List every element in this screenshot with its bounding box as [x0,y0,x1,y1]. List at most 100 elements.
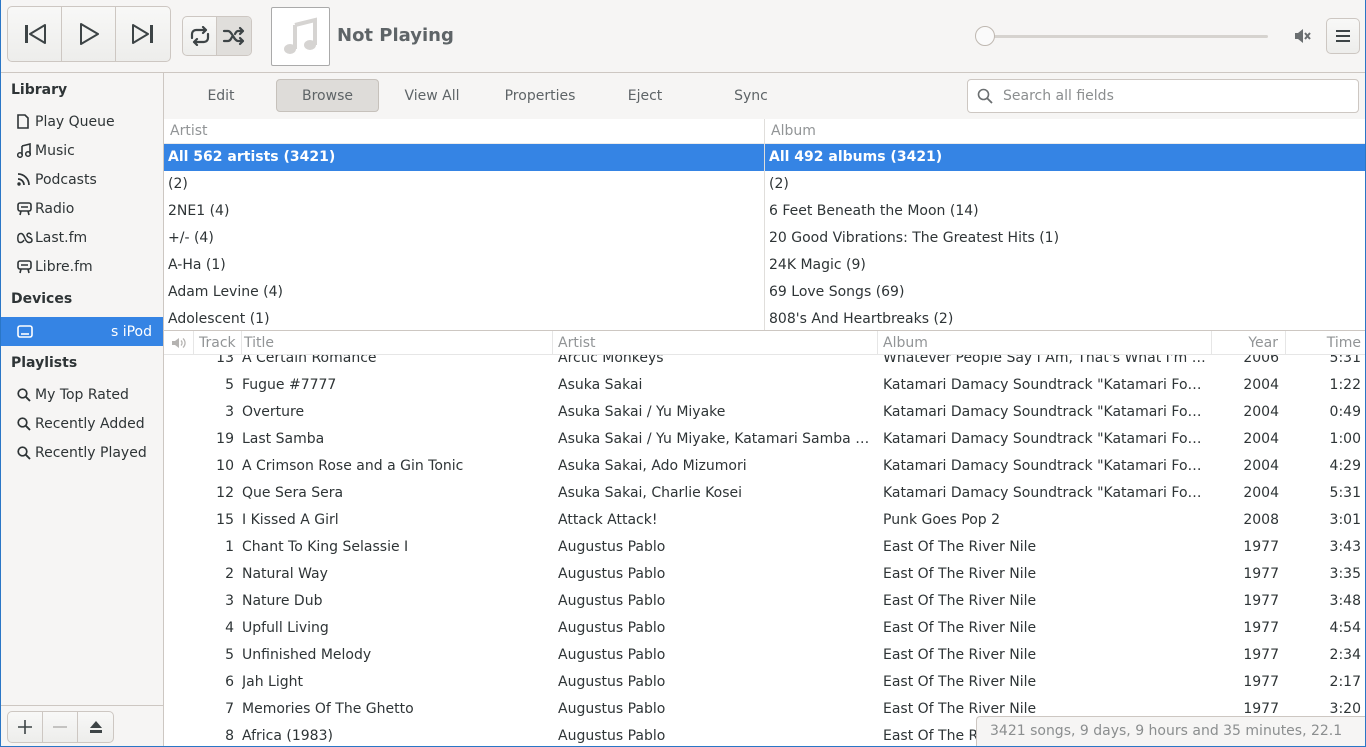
sidebar-item-my-top-rated[interactable]: My Top Rated [1,380,163,409]
track-artist-cell: Augustus Pablo [558,593,666,609]
track-artist-cell: Augustus Pablo [558,539,666,555]
track-row[interactable]: 4 Upfull Living Augustus Pablo East Of The … [164,615,1365,642]
track-track-cell: 8 [225,728,234,744]
artist-row[interactable]: A-Ha (1) [164,252,764,279]
sidebar-item-label: Recently Added [35,415,145,432]
track-row[interactable]: 5 Fugue #7777 Asuka Sakai Katamari Damacy S… [164,372,1365,399]
track-title-cell: Chant To King Selassie I [242,539,409,555]
eject-button[interactable]: Eject [600,79,690,112]
sidebar-item-recently-played[interactable]: Recently Played [1,438,163,467]
previous-icon [24,24,46,44]
track-artist-cell: Augustus Pablo [558,674,666,690]
sidebar: Library Play Queue Music Podcasts Radio … [1,73,164,746]
track-row[interactable]: 12 Que Sera Sera Asuka Sakai, Charlie Kose… [164,480,1365,507]
track-artist-cell: Augustus Pablo [558,620,666,636]
radio-icon [17,259,35,274]
track-row[interactable]: 15 I Kissed A Girl Attack Attack! Punk Goes… [164,507,1365,534]
sidebar-item-librefm[interactable]: Libre.fm [1,252,163,281]
view-all-button[interactable]: View All [386,79,478,112]
sidebar-item-lastfm[interactable]: Last.fm [1,223,163,252]
track-title-cell: Overture [242,404,305,420]
album-row[interactable]: 20 Good Vibrations: The Greatest Hits (1… [765,225,1365,252]
artist-row[interactable]: Adam Levine (4) [164,279,764,306]
track-row[interactable]: 10 A Crimson Rose and a Gin Tonic Asuka Sa… [164,453,1365,480]
album-row[interactable]: All 492 albums (3421) [765,144,1365,171]
track-year-cell: 1977 [1243,593,1279,609]
sidebar-item-radio[interactable]: Radio [1,194,163,223]
track-artist-cell: Augustus Pablo [558,728,666,744]
browse-button[interactable]: Browse [276,79,379,112]
album-row[interactable]: 808's And Heartbreaks (2) [765,306,1365,330]
main-menu-button[interactable] [1326,18,1360,54]
next-button[interactable] [116,7,170,61]
track-year-cell: 2004 [1243,404,1279,420]
play-button[interactable] [62,7,116,61]
album-column-header[interactable]: Album [765,119,1365,144]
track-column-header[interactable]: Track [194,331,242,355]
devices-heading: Devices [11,291,73,307]
artist-row[interactable]: All 562 artists (3421) [164,144,764,171]
track-time-cell: 4:54 [1329,620,1361,636]
music-note-icon [283,16,317,54]
album-column-header[interactable]: Album [878,331,1212,355]
seek-bar[interactable] [985,35,1268,38]
search-icon [17,445,35,460]
album-row[interactable]: 6 Feet Beneath the Moon (14) [765,198,1365,225]
eject-device-button[interactable] [78,712,113,742]
track-row[interactable]: 2 Natural Way Augustus Pablo East Of The Ri… [164,561,1365,588]
track-row[interactable]: 19 Last Samba Asuka Sakai / Yu Miyake, Kat… [164,426,1365,453]
track-album-cell: East Of The River Nile [883,566,1037,582]
status-bar: 3421 songs, 9 days, 9 hours and 35 minut… [976,716,1365,746]
artist-row[interactable]: +/- (4) [164,225,764,252]
sidebar-item-podcasts[interactable]: Podcasts [1,165,163,194]
sidebar-item-ipod[interactable]: s iPod [1,317,163,346]
track-row[interactable]: 6 Jah Light Augustus Pablo East Of The Rive… [164,669,1365,696]
edit-button[interactable]: Edit [176,79,266,112]
album-row[interactable]: 24K Magic (9) [765,252,1365,279]
repeat-button[interactable] [183,17,217,55]
album-row[interactable]: 69 Love Songs (69) [765,279,1365,306]
artist-column-header[interactable]: Artist [553,331,878,355]
sidebar-item-music[interactable]: Music [1,136,163,165]
properties-button[interactable]: Properties [490,79,590,112]
seek-handle[interactable] [975,26,995,46]
artist-column-header[interactable]: Artist [164,119,764,144]
previous-button[interactable] [8,7,62,61]
artist-row[interactable]: Adolescent (1) [164,306,764,330]
track-album-cell: Katamari Damacy Soundtrack "Katamari For… [883,485,1212,501]
add-playlist-button[interactable] [8,712,43,742]
track-track-cell: 4 [225,620,234,636]
eject-icon [89,721,102,733]
sidebar-item-play-queue[interactable]: Play Queue [1,107,163,136]
track-year-cell: 2008 [1243,512,1279,528]
album-row[interactable]: (2) [765,171,1365,198]
year-column-header[interactable]: Year [1212,331,1286,355]
track-row[interactable]: 1 Chant To King Selassie I Augustus Pablo E… [164,534,1365,561]
track-row[interactable]: 3 Nature Dub Augustus Pablo East Of The Riv… [164,588,1365,615]
search-input[interactable] [1003,88,1343,104]
search-box[interactable] [967,79,1359,113]
artist-row[interactable]: 2NE1 (4) [164,198,764,225]
volume-button[interactable] [1293,26,1313,50]
playing-column-header[interactable] [164,331,194,355]
now-playing-label: Not Playing [337,25,454,46]
sidebar-item-label: Recently Played [35,444,147,461]
track-time-cell: 2:17 [1329,674,1361,690]
shuffle-button[interactable] [217,17,251,55]
track-title-cell: Fugue #7777 [242,377,337,393]
rss-icon [17,173,35,186]
artist-row[interactable]: (2) [164,171,764,198]
remove-playlist-button[interactable] [43,712,78,742]
sidebar-item-recently-added[interactable]: Recently Added [1,409,163,438]
track-year-cell: 1977 [1243,674,1279,690]
track-row[interactable]: 3 Overture Asuka Sakai / Yu Miyake Katamari… [164,399,1365,426]
track-title-cell: I Kissed A Girl [242,512,339,528]
title-column-header[interactable]: Title [242,331,553,355]
time-column-header[interactable]: Time [1286,331,1365,355]
sync-button[interactable]: Sync [706,79,796,112]
album-art [271,7,330,66]
track-artist-cell: Augustus Pablo [558,701,666,717]
track-row[interactable]: 5 Unfinished Melody Augustus Pablo East Of … [164,642,1365,669]
track-year-cell: 1977 [1243,539,1279,555]
sidebar-item-label: Radio [35,200,75,217]
